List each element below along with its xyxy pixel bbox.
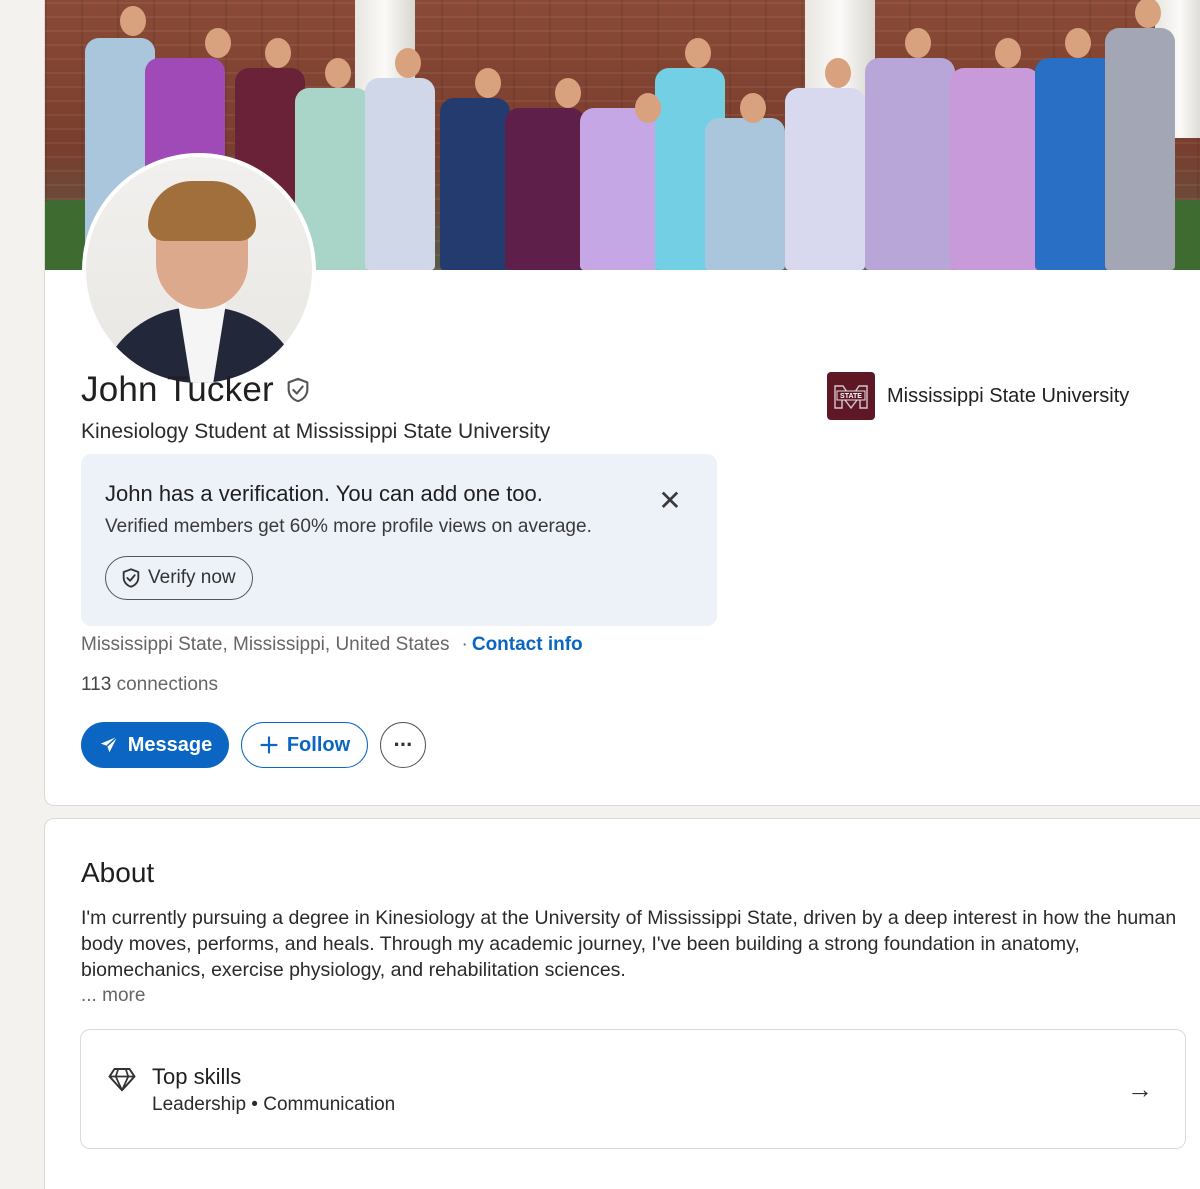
ellipsis-icon: ··· [393,732,414,757]
education-link[interactable]: STATE Mississippi State University [827,372,1129,420]
follow-button[interactable]: Follow [241,722,368,768]
profile-card: John Tucker Kinesiology Student at Missi… [44,0,1200,806]
more-actions-button[interactable]: ··· [380,722,426,768]
verification-title: John has a verification. You can add one… [105,481,543,506]
top-skills-title: Top skills [152,1064,242,1089]
separator: · [461,634,468,655]
verification-subtitle: Verified members get 60% more profile vi… [105,516,592,537]
profile-headline: Kinesiology Student at Mississippi State… [81,420,551,443]
message-button[interactable]: Message [81,722,229,768]
paper-plane-icon [100,736,118,753]
top-skills-card[interactable]: Top skills Leadership • Communication → [80,1029,1186,1149]
top-skills-list: Leadership • Communication [152,1094,396,1115]
profile-avatar[interactable] [82,153,316,387]
location-row: Mississippi State, Mississippi, United S… [81,634,583,656]
shield-check-icon [122,568,140,588]
connections-number: 113 [81,674,112,695]
connections-count[interactable]: 113 connections [81,674,218,696]
verify-now-button[interactable]: Verify now [105,556,253,600]
school-logo: STATE [827,372,875,420]
message-label: Message [127,733,213,756]
name-row: John Tucker [81,370,312,410]
verify-now-label: Verify now [148,567,236,588]
about-text: I'm currently pursuing a degree in Kines… [81,907,1177,981]
plus-icon [260,736,278,754]
about-title: About [81,857,155,888]
connections-label: connections [116,674,218,695]
verification-prompt: John has a verification. You can add one… [81,454,717,626]
school-name[interactable]: Mississippi State University [887,385,1129,408]
close-icon[interactable]: ✕ [657,487,683,515]
about-card: About I'm currently pursuing a degree in… [44,818,1200,1189]
arrow-right-icon[interactable]: → [1127,1074,1153,1105]
diamond-icon [108,1068,136,1092]
follow-label: Follow [286,733,351,756]
location-text: Mississippi State, Mississippi, United S… [81,634,450,655]
contact-info-link[interactable]: Contact info [472,634,583,656]
svg-text:STATE: STATE [840,393,862,400]
see-more-link[interactable]: ... more [81,985,145,1007]
shield-check-icon[interactable] [284,376,312,404]
profile-actions: Message Follow ··· [81,722,426,768]
profile-name: John Tucker [81,370,274,409]
